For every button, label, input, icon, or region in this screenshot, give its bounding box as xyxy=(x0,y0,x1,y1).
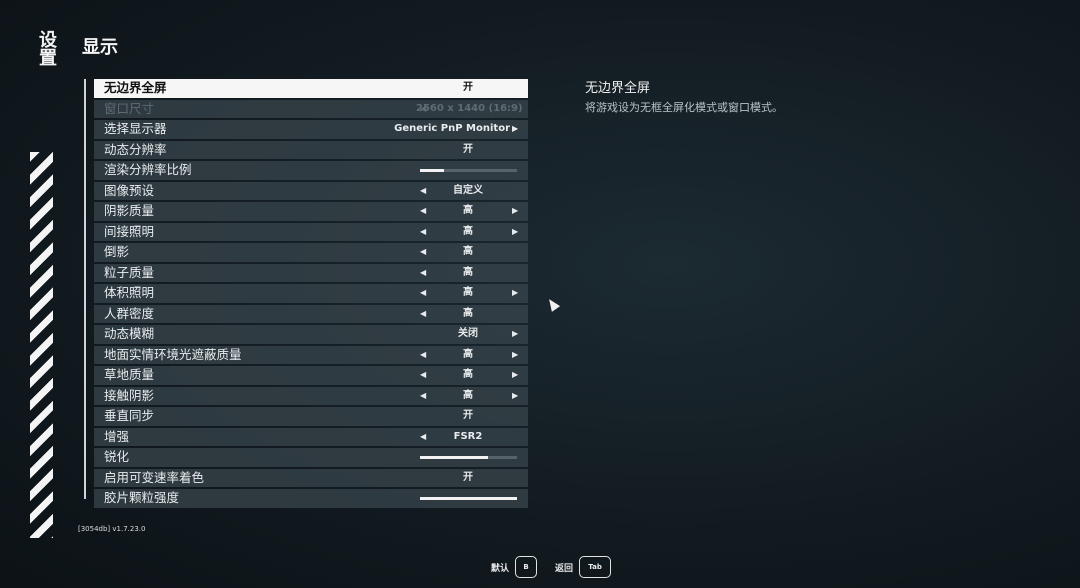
setting-slider[interactable] xyxy=(420,169,517,172)
version-label: [3054db] v1.7.23.0 xyxy=(78,525,146,533)
right-arrow-icon[interactable]: ▶ xyxy=(512,223,518,242)
setting-label: 草地质量 xyxy=(104,367,155,382)
slider-fill xyxy=(420,169,445,172)
mouse-cursor-icon xyxy=(545,296,561,312)
setting-value: 开 xyxy=(463,143,473,155)
setting-label: 无边界全屏 xyxy=(104,80,167,95)
settings-row[interactable]: 人群密度 ◀ 高 xyxy=(94,304,528,323)
setting-label: 渲染分辨率比例 xyxy=(104,162,192,177)
settings-row[interactable]: 草地质量 ◀ 高 ▶ xyxy=(94,366,528,385)
setting-label: 图像预设 xyxy=(104,182,155,198)
default-hint-label: 默认 xyxy=(491,563,510,574)
settings-row[interactable]: 粒子质量 ◀ 高 xyxy=(94,263,528,282)
setting-label: 人群密度 xyxy=(104,305,155,321)
setting-value: 高 xyxy=(463,348,473,360)
setting-value: 高 xyxy=(463,287,473,298)
settings-row[interactable]: 窗口尺寸 ◀ 2560 x 1440 (16:9) xyxy=(94,99,528,118)
list-accent-line xyxy=(84,79,86,499)
settings-row[interactable]: 倒影 ◀ 高 xyxy=(94,243,528,262)
setting-value: 开 xyxy=(463,471,473,483)
setting-label: 接触阴影 xyxy=(104,387,155,403)
setting-value: 高 xyxy=(463,266,473,278)
setting-label: 启用可变速率着色 xyxy=(104,469,205,485)
setting-value: 高 xyxy=(463,389,473,401)
right-arrow-icon[interactable]: ▶ xyxy=(512,346,518,365)
settings-row[interactable]: 体积照明 ◀ 高 ▶ xyxy=(94,284,528,303)
settings-list: 无边界全屏开窗口尺寸 ◀ 2560 x 1440 (16:9) 选择显示器 Generi… xyxy=(94,79,528,510)
right-arrow-icon[interactable]: ▶ xyxy=(512,202,518,221)
settings-row[interactable]: 地面实情环境光遮蔽质量 ◀ 高 ▶ xyxy=(94,345,528,365)
right-arrow-icon[interactable]: ▶ xyxy=(512,366,518,385)
settings-row[interactable]: 启用可变速率着色 开 xyxy=(94,468,528,487)
settings-row[interactable]: 锐化 xyxy=(94,448,528,467)
setting-label: 垂直同步 xyxy=(104,408,155,423)
setting-slider[interactable] xyxy=(420,456,517,459)
settings-row[interactable]: 阴影质量 ◀ 高 ▶ xyxy=(94,202,528,221)
setting-value: 高 xyxy=(463,307,473,319)
right-arrow-icon[interactable]: ▶ xyxy=(512,284,518,303)
settings-row[interactable]: 动态分辨率 开 xyxy=(94,140,528,159)
settings-row[interactable]: 渲染分辨率比例 xyxy=(94,161,528,180)
setting-value: 高 xyxy=(463,246,473,257)
default-key-button[interactable]: B xyxy=(515,556,538,578)
setting-label: 锐化 xyxy=(104,449,130,464)
settings-row[interactable]: 增强 ◀ FSR2 xyxy=(94,427,528,446)
setting-label: 胶片颗粒强度 xyxy=(104,490,180,505)
setting-value: 2560 x 1440 (16:9) xyxy=(416,102,523,114)
setting-value: 开 xyxy=(463,410,473,421)
setting-label: 间接照明 xyxy=(104,223,155,239)
setting-label: 窗口尺寸 xyxy=(104,100,155,116)
setting-label: 动态模糊 xyxy=(104,326,155,341)
right-arrow-icon[interactable]: ▶ xyxy=(512,120,518,139)
back-hint-label: 返回 xyxy=(555,563,574,574)
setting-label: 阴影质量 xyxy=(104,203,155,218)
setting-label: 选择显示器 xyxy=(104,121,167,136)
settings-row[interactable]: 垂直同步 开 xyxy=(94,407,528,426)
setting-label: 粒子质量 xyxy=(104,264,155,280)
setting-value: 开 xyxy=(463,82,473,93)
setting-label: 体积照明 xyxy=(104,285,155,300)
setting-value: Generic PnP Monitor xyxy=(394,123,510,134)
settings-row[interactable]: 间接照明 ◀ 高 ▶ xyxy=(94,222,528,242)
settings-row[interactable]: 接触阴影 ◀ 高 ▶ xyxy=(94,386,528,406)
setting-label: 倒影 xyxy=(104,244,130,259)
right-arrow-icon[interactable]: ▶ xyxy=(512,325,518,344)
settings-row[interactable]: 选择显示器 Generic PnP Monitor ▶ xyxy=(94,120,528,139)
slider-fill xyxy=(420,456,488,459)
footer-hints: 默认 B 返回 Tab xyxy=(491,556,612,578)
setting-value: 高 xyxy=(463,369,473,380)
setting-value: FSR2 xyxy=(453,430,483,442)
back-key-button[interactable]: Tab xyxy=(579,556,612,578)
settings-row[interactable]: 图像预设 ◀ 自定义 xyxy=(94,181,528,200)
info-title: 无边界全屏 xyxy=(585,81,651,96)
settings-row[interactable]: 胶片颗粒强度 xyxy=(94,489,528,508)
setting-value: 高 xyxy=(463,225,473,237)
slider-fill xyxy=(420,497,517,500)
setting-label: 地面实情环境光遮蔽质量 xyxy=(104,346,242,362)
setting-value: 高 xyxy=(463,205,473,216)
settings-row[interactable]: 无边界全屏 开 xyxy=(94,79,528,98)
setting-value: 关闭 xyxy=(458,328,478,339)
setting-label: 增强 xyxy=(104,428,130,444)
page-title: 显示 xyxy=(82,37,118,58)
right-arrow-icon[interactable]: ▶ xyxy=(512,387,518,406)
info-description: 将游戏设为无框全屏化模式或窗口模式。 xyxy=(585,101,783,114)
settings-row[interactable]: 动态模糊 关闭 ▶ xyxy=(94,325,528,344)
setting-slider[interactable] xyxy=(420,497,517,500)
hazard-stripe-decoration xyxy=(30,152,53,538)
setting-value: 自定义 xyxy=(453,184,483,196)
setting-label: 动态分辨率 xyxy=(104,141,167,157)
sidebar-title: 设置 xyxy=(36,30,57,66)
